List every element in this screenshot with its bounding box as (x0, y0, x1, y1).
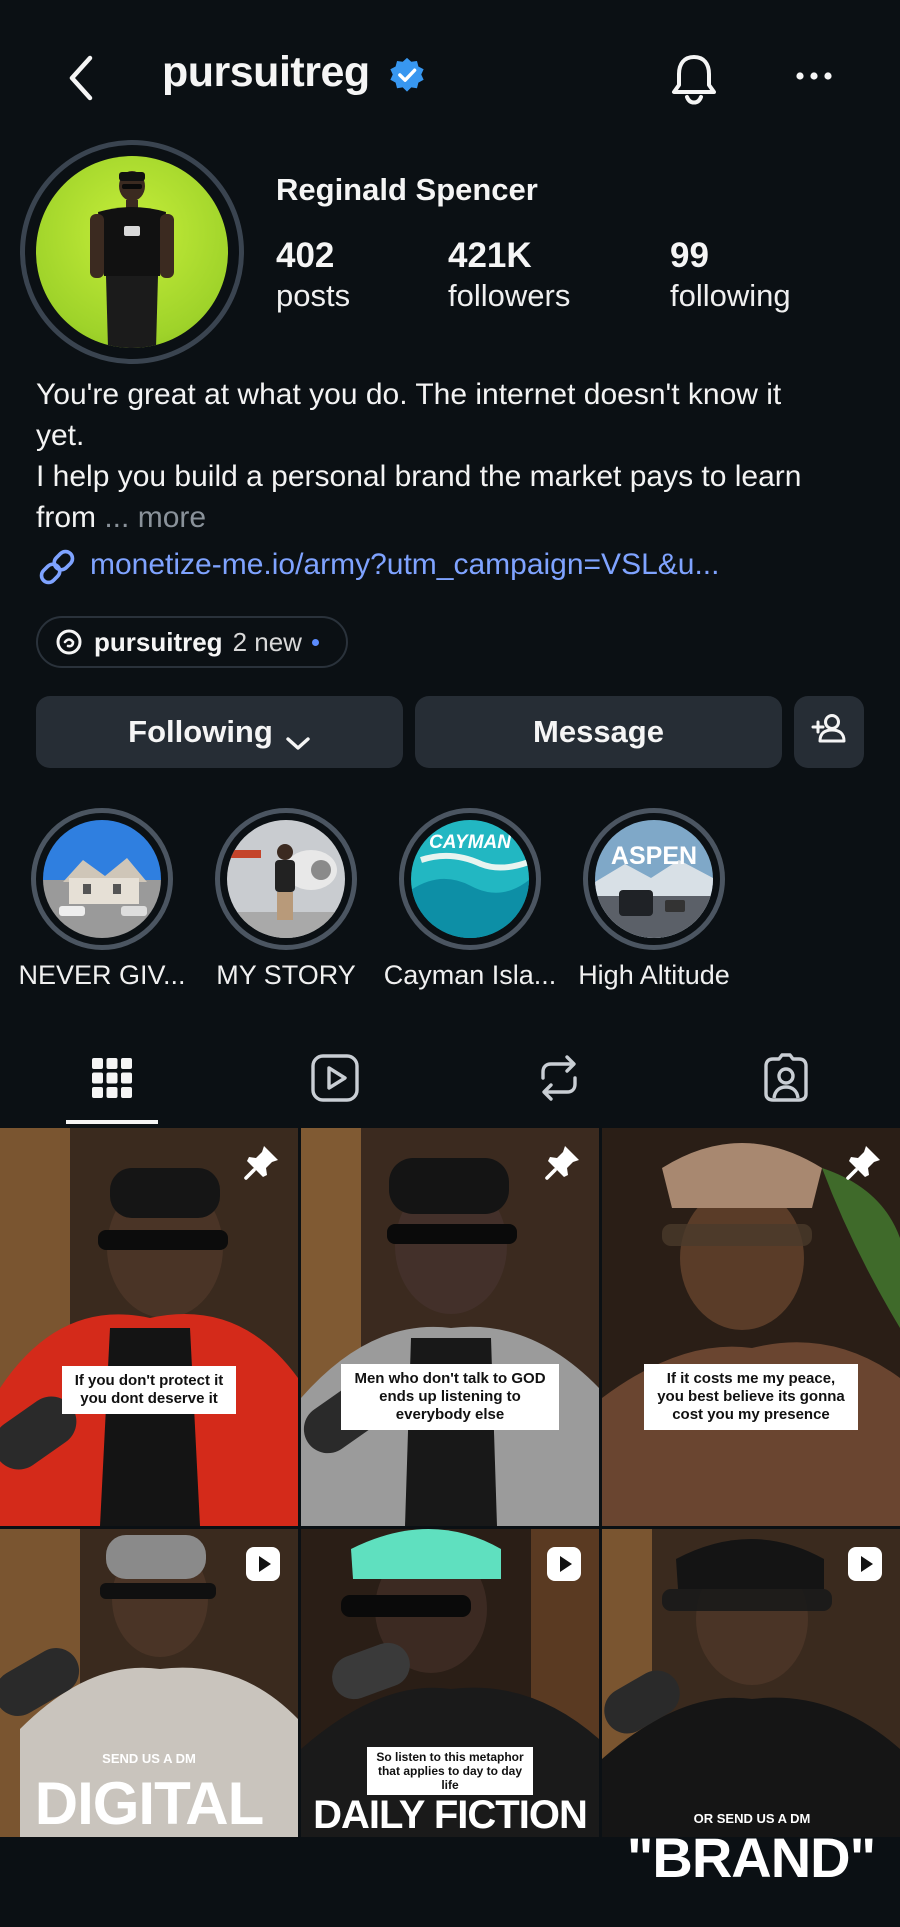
post-thumbnail[interactable]: So listen to this metaphor that applies … (301, 1529, 599, 1927)
post-title: DIGITAL (34, 1770, 265, 1837)
post-title: "BRAND" (626, 1826, 876, 1889)
chevron-down-icon (285, 724, 311, 750)
pinned-icon (543, 1142, 583, 1182)
post-title: DAILY FICTION (313, 1793, 588, 1837)
pinned-icon (242, 1142, 282, 1182)
back-icon[interactable] (62, 50, 102, 106)
posts-count: 402 (276, 236, 335, 275)
bio-line: You're great at what you do. The interne… (36, 378, 782, 411)
notification-bell-icon[interactable] (668, 50, 720, 106)
add-user-icon (811, 712, 847, 752)
post-caption: Men who don't talk to GOD ends up listen… (341, 1364, 559, 1430)
post-thumbnail[interactable]: OR SEND US A DM "BRAND" (602, 1529, 900, 1927)
posts-label: posts (276, 278, 351, 313)
tab-selected-indicator (66, 1120, 158, 1124)
followers-label[interactable]: followers (448, 278, 570, 314)
more-options-icon[interactable] (794, 60, 834, 92)
message-button[interactable]: Message (415, 696, 782, 768)
threads-username: pursuitreg (94, 626, 223, 657)
highlight-cover-house[interactable] (43, 820, 161, 938)
bio-more-link[interactable]: more (138, 501, 206, 534)
followers-count[interactable]: 421K (448, 236, 532, 276)
post-thumbnail[interactable]: If it costs me my peace, you best believ… (602, 1128, 900, 1526)
following-count[interactable]: 99 (670, 236, 709, 276)
following-label[interactable]: following (670, 278, 791, 314)
highlight-cover-cayman[interactable]: CAYMAN (411, 820, 529, 938)
highlight-label[interactable]: High Altitude (562, 960, 746, 991)
post-subtitle: SEND US A DM (102, 1751, 196, 1766)
highlight-label[interactable]: Cayman Isla... (378, 960, 562, 991)
highlight-label[interactable]: MY STORY (194, 960, 378, 991)
message-button-label: Message (533, 714, 664, 749)
highlight-cover-jet[interactable] (227, 820, 345, 938)
pinned-icon (844, 1142, 884, 1182)
grid-icon[interactable] (86, 1052, 138, 1104)
reel-icon (846, 1545, 884, 1583)
bio-link[interactable]: monetize-me.io/army?utm_campaign=VSL&u..… (90, 548, 719, 582)
post-caption: If it costs me my peace, you best believ… (644, 1364, 858, 1430)
following-button[interactable]: Following (36, 696, 403, 768)
reel-icon (244, 1545, 282, 1583)
link-icon (36, 546, 78, 588)
tagged-icon[interactable] (760, 1052, 812, 1104)
suggested-users-button[interactable] (794, 696, 864, 768)
profile-username: pursuitreg (162, 48, 370, 96)
display-name: Reginald Spencer (276, 172, 538, 207)
highlight-cover-text: CAYMAN (429, 832, 512, 853)
bio-line: from ... more (36, 497, 876, 538)
repost-icon[interactable] (533, 1052, 585, 1104)
post-thumbnail[interactable]: If you don't protect it you dont deserve… (0, 1128, 298, 1526)
post-caption: So listen to this metaphor that applies … (367, 1747, 533, 1795)
bio: You're great at what you do. The interne… (36, 374, 876, 538)
avatar[interactable] (36, 156, 228, 348)
bio-line-text: from (36, 501, 96, 534)
post-subtitle: OR SEND US A DM (693, 1811, 811, 1826)
bio-line: I help you build a personal brand the ma… (36, 460, 802, 493)
post-thumbnail[interactable]: Men who don't talk to GOD ends up listen… (301, 1128, 599, 1526)
threads-icon (54, 627, 84, 657)
post-thumbnail[interactable]: SEND US A DM DIGITAL (0, 1529, 298, 1927)
reels-icon[interactable] (309, 1052, 361, 1104)
reel-icon (545, 1545, 583, 1583)
threads-new-dot (311, 638, 319, 646)
following-button-label: Following (128, 714, 273, 749)
bio-ellipsis: ... (104, 501, 130, 534)
highlight-cover-text: ASPEN (611, 842, 697, 870)
verified-badge-icon (388, 56, 426, 94)
threads-badge[interactable]: pursuitreg 2 new (36, 616, 348, 668)
highlight-label[interactable]: NEVER GIV... (10, 960, 194, 991)
threads-new-count: 2 new (232, 626, 302, 657)
post-caption: If you don't protect it you dont deserve… (62, 1366, 236, 1414)
highlight-cover-aspen[interactable]: ASPEN (595, 820, 713, 938)
bio-line: yet. (36, 419, 85, 452)
